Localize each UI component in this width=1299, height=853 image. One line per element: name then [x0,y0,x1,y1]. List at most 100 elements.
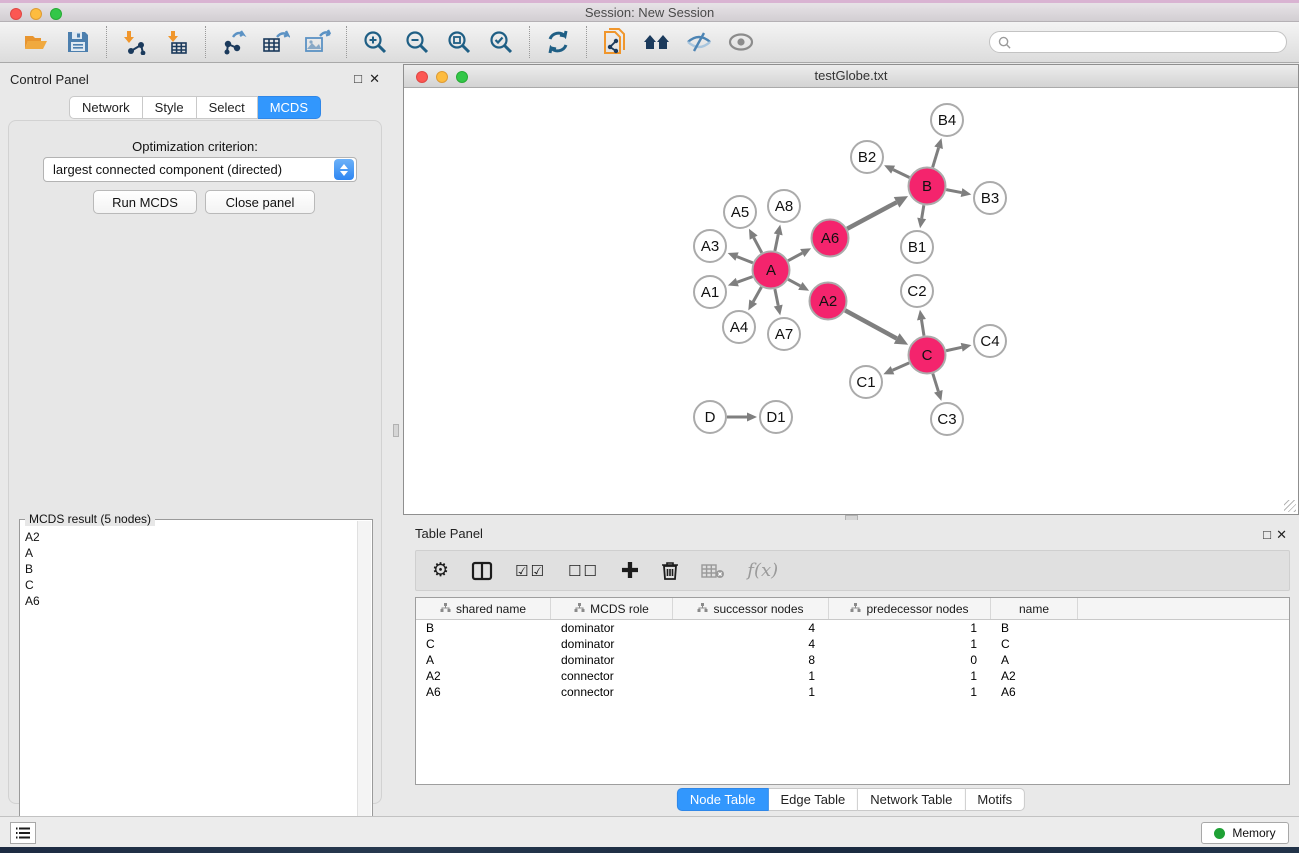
zoom-selected-icon[interactable] [485,26,517,58]
tab-select[interactable]: Select [197,96,258,119]
save-session-icon[interactable] [62,26,94,58]
mcds-result-list[interactable]: A2ABCA6 [21,523,357,853]
cell-MCDS-role[interactable]: connector [551,684,673,700]
edge-A-A1[interactable] [737,277,752,283]
edge-B-B4[interactable] [933,148,939,168]
window-controls[interactable] [10,8,62,20]
cell-MCDS-role[interactable]: connector [551,668,673,684]
result-item[interactable]: A6 [25,593,357,609]
zoom-window-button[interactable] [50,8,62,20]
cell-name[interactable]: A2 [991,668,1078,684]
cell-predecessor-nodes[interactable]: 0 [829,652,991,668]
memory-button[interactable]: Memory [1201,822,1289,844]
edge-B-B1[interactable] [922,205,924,218]
first-neighbors-icon[interactable] [641,26,673,58]
edge-A-A8[interactable] [775,234,778,250]
hide-selected-icon[interactable] [683,26,715,58]
result-item[interactable]: A [25,545,357,561]
cell-successor-nodes[interactable]: 1 [673,668,829,684]
close-panel-button[interactable]: Close panel [205,190,315,214]
edge-B-B3[interactable] [946,190,961,193]
tab-mcds[interactable]: MCDS [258,96,321,119]
zoom-out-icon[interactable] [401,26,433,58]
table-row[interactable]: Bdominator41B [416,620,1289,636]
show-all-icon[interactable] [725,26,757,58]
cell-name[interactable]: A [991,652,1078,668]
cell-name[interactable]: C [991,636,1078,652]
result-scrollbar[interactable] [357,521,371,853]
network-window-controls[interactable] [416,71,468,83]
table-row[interactable]: A2connector11A2 [416,668,1289,684]
result-item[interactable]: C [25,577,357,593]
cell-MCDS-role[interactable]: dominator [551,620,673,636]
function-builder-icon[interactable]: f(x) [747,560,778,581]
float-table-panel-icon[interactable]: □ [1263,527,1271,542]
new-network-from-selection-icon[interactable] [599,26,631,58]
cell-successor-nodes[interactable]: 8 [673,652,829,668]
tab-edge-table[interactable]: Edge Table [768,788,858,811]
cell-shared-name[interactable]: A [416,652,551,668]
cell-predecessor-nodes[interactable]: 1 [829,668,991,684]
tab-motifs[interactable]: Motifs [965,788,1025,811]
window-resize-grip[interactable] [1284,500,1296,512]
edge-B-B2[interactable] [893,170,909,178]
table-options-gear-icon[interactable]: ⚙ [432,559,449,582]
cell-shared-name[interactable]: C [416,636,551,652]
open-file-icon[interactable] [20,26,52,58]
cell-successor-nodes[interactable]: 1 [673,684,829,700]
select-all-icon[interactable]: ☑☑ [515,562,546,580]
edge-A2-C[interactable] [845,310,897,338]
table-row[interactable]: A6connector11A6 [416,684,1289,700]
table-row[interactable]: Adominator80A [416,652,1289,668]
edge-C-C2[interactable] [921,320,924,336]
run-mcds-button[interactable]: Run MCDS [93,190,197,214]
result-item[interactable]: B [25,561,357,577]
float-panel-icon[interactable]: □ [354,71,362,86]
table-row[interactable]: Cdominator41C [416,636,1289,652]
export-table-icon[interactable] [260,26,292,58]
close-window-button[interactable] [10,8,22,20]
import-table-icon[interactable] [161,26,193,58]
export-image-icon[interactable] [302,26,334,58]
cell-MCDS-role[interactable]: dominator [551,636,673,652]
zoom-network-window-button[interactable] [456,71,468,83]
edge-C-C1[interactable] [893,363,910,370]
minimize-network-window-button[interactable] [436,71,448,83]
column-header-MCDS-role[interactable]: MCDS role [551,598,673,619]
edge-C-C4[interactable] [946,347,962,350]
edge-C-C3[interactable] [933,374,939,392]
column-header-shared-name[interactable]: shared name [416,598,551,619]
minimize-window-button[interactable] [30,8,42,20]
cell-successor-nodes[interactable]: 4 [673,636,829,652]
tab-network-table[interactable]: Network Table [858,788,965,811]
cell-shared-name[interactable]: B [416,620,551,636]
cell-predecessor-nodes[interactable]: 1 [829,620,991,636]
task-history-button[interactable] [10,822,36,844]
edge-A6-B[interactable] [847,202,896,228]
close-table-panel-icon[interactable]: ✕ [1276,527,1287,543]
column-header-name[interactable]: name [991,598,1078,619]
zoom-in-icon[interactable] [359,26,391,58]
close-network-window-button[interactable] [416,71,428,83]
cell-predecessor-nodes[interactable]: 1 [829,636,991,652]
close-panel-icon[interactable]: ✕ [369,71,380,87]
edge-A-A6[interactable] [788,253,802,261]
delete-column-icon[interactable] [661,560,679,581]
search-field[interactable] [989,31,1287,53]
edge-A-A7[interactable] [775,289,778,305]
edge-A-A2[interactable] [788,279,800,286]
cell-MCDS-role[interactable]: dominator [551,652,673,668]
column-header-successor-nodes[interactable]: successor nodes [673,598,829,619]
cell-successor-nodes[interactable]: 4 [673,620,829,636]
column-header-predecessor-nodes[interactable]: predecessor nodes [829,598,991,619]
criterion-dropdown[interactable]: largest connected component (directed) [43,157,357,182]
edge-A-A4[interactable] [753,287,761,302]
cell-shared-name[interactable]: A2 [416,668,551,684]
deselect-all-icon[interactable]: ☐☐ [568,562,599,580]
network-window-titlebar[interactable]: testGlobe.txt [404,65,1298,88]
node-table[interactable]: shared nameMCDS rolesuccessor nodesprede… [415,597,1290,785]
column-selector-icon[interactable] [471,561,493,581]
network-canvas[interactable]: B4B2BB3A8A5A6A3B1AA1C2A2A4A7C4CC1C3DD1 [404,88,1298,514]
tab-node-table[interactable]: Node Table [677,788,769,811]
add-column-icon[interactable]: ✚ [621,558,639,584]
